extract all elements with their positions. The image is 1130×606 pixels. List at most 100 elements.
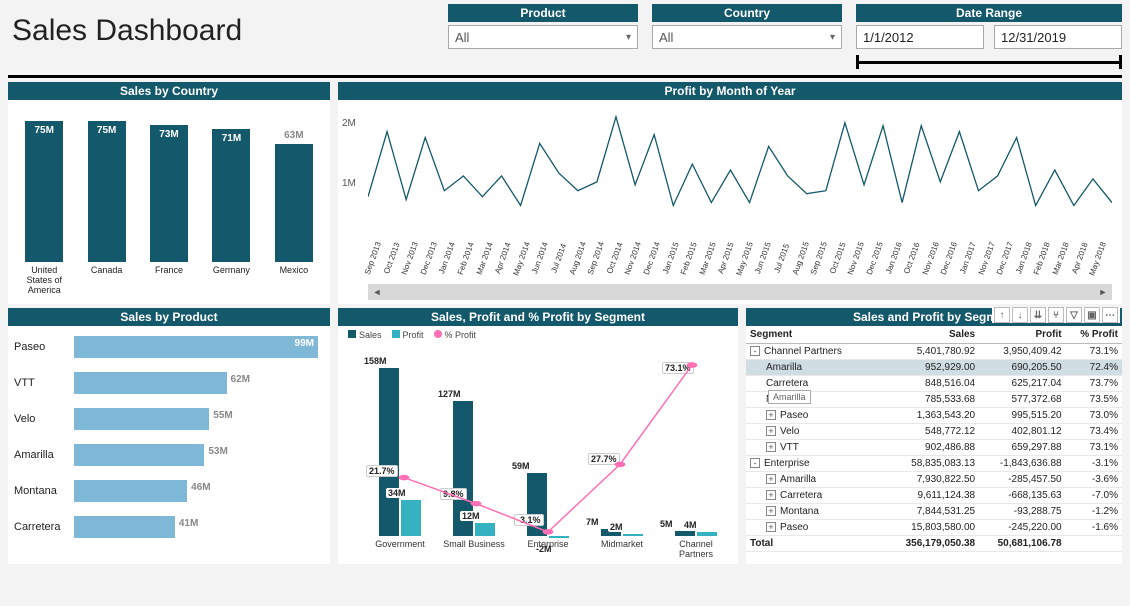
table-row[interactable]: +Velo548,772.12402,801.1273.4% bbox=[746, 424, 1122, 440]
segment-table: SegmentSalesProfit% Profit -Channel Part… bbox=[746, 326, 1122, 552]
table-header-row: SegmentSalesProfit% Profit bbox=[746, 326, 1122, 344]
filter-date: Date Range 1/1/2012 12/31/2019 bbox=[856, 4, 1122, 69]
product-bar-row[interactable]: Montana46M bbox=[14, 480, 320, 502]
expand-icon[interactable]: + bbox=[766, 490, 776, 500]
segment-col[interactable]: 158M34M21.7% bbox=[368, 350, 432, 536]
date-from-value: 1/1/2012 bbox=[863, 30, 914, 45]
profit-line-svg bbox=[368, 108, 1112, 238]
product-bar-row[interactable]: Carretera41M bbox=[14, 516, 320, 538]
date-to-input[interactable]: 12/31/2019 bbox=[994, 25, 1122, 49]
sales-by-product-title: Sales by Product bbox=[8, 308, 330, 326]
table-row[interactable]: +VTT902,486.88659,297.8873.1% bbox=[746, 440, 1122, 456]
header-divider bbox=[8, 75, 1122, 78]
sales-by-country-title: Sales by Country bbox=[8, 82, 330, 100]
table-row[interactable]: -Channel Partners5,401,780.923,950,409.4… bbox=[746, 344, 1122, 360]
by-segment-chart[interactable]: 158M34M21.7%127M12M9.8%59M-2M-3.1%7M2M27… bbox=[338, 340, 738, 564]
fork-icon[interactable]: ⑂ bbox=[1048, 307, 1064, 323]
legend-sales: Sales bbox=[359, 330, 382, 340]
table-row[interactable]: +Montana7,844,531.25-93,288.75-1.2% bbox=[746, 504, 1122, 520]
product-dropdown-value: All bbox=[455, 30, 469, 45]
table-row[interactable]: +Carretera9,611,124.38-668,135.63-7.0% bbox=[746, 488, 1122, 504]
product-bar-row[interactable]: Amarilla53M bbox=[14, 444, 320, 466]
filter-product-label: Product bbox=[448, 4, 638, 22]
ytick-1m: 1M bbox=[342, 178, 356, 189]
filter-product: Product All ▾ bbox=[448, 4, 638, 69]
ytick-2m: 2M bbox=[342, 118, 356, 129]
table-row[interactable]: -Enterprise58,835,083.13-1,843,636.88-3.… bbox=[746, 456, 1122, 472]
filter-country-label: Country bbox=[652, 4, 842, 22]
country-bar[interactable]: 63MMexico bbox=[266, 112, 322, 300]
sales-by-country-chart[interactable]: 75MUnited States of America75MCanada73MF… bbox=[8, 100, 330, 304]
profit-by-month-chart[interactable]: 2M 1M Sep 2013Oct 2013Nov 2013Dec 2013Ja… bbox=[338, 100, 1122, 282]
expand-down-icon[interactable]: ⇊ bbox=[1030, 307, 1046, 323]
table-scroll[interactable]: SegmentSalesProfit% Profit -Channel Part… bbox=[746, 326, 1122, 564]
table-col--profit[interactable]: % Profit bbox=[1066, 326, 1122, 344]
profit-month-scrollbar[interactable]: ◄ ► bbox=[368, 284, 1112, 300]
filter-icon[interactable]: ▽ bbox=[1066, 307, 1082, 323]
product-bar-row[interactable]: Velo55M bbox=[14, 408, 320, 430]
filters: Product All ▾ Country All ▾ Date Range 1… bbox=[448, 4, 1122, 69]
collapse-icon[interactable]: - bbox=[750, 346, 760, 356]
chevron-down-icon: ▾ bbox=[626, 32, 631, 43]
segment-xlabel: Government bbox=[368, 538, 432, 564]
scroll-left-icon[interactable]: ◄ bbox=[370, 285, 384, 299]
country-bar[interactable]: 75MCanada bbox=[78, 112, 134, 300]
product-dropdown[interactable]: All ▾ bbox=[448, 25, 638, 49]
country-dropdown[interactable]: All ▾ bbox=[652, 25, 842, 49]
scroll-right-icon[interactable]: ► bbox=[1096, 285, 1110, 299]
drill-up-icon[interactable]: ↑ bbox=[994, 307, 1010, 323]
by-segment-legend: Sales Profit % Profit bbox=[338, 326, 738, 340]
expand-icon[interactable]: + bbox=[766, 522, 776, 532]
legend-pct: % Profit bbox=[445, 330, 477, 340]
sales-by-product-chart[interactable]: Paseo99M VTT62M Velo55M Amarilla53M Montana4… bbox=[8, 326, 330, 564]
expand-icon[interactable]: + bbox=[766, 442, 776, 452]
more-icon[interactable]: ⋯ bbox=[1102, 307, 1118, 323]
by-segment-title: Sales, Profit and % Profit by Segment bbox=[338, 308, 738, 326]
expand-icon[interactable]: + bbox=[766, 506, 776, 516]
segment-col[interactable]: 5M4M73.1% bbox=[664, 350, 728, 536]
page-title: Sales Dashboard bbox=[8, 4, 438, 48]
country-bar[interactable]: 71MGermany bbox=[203, 112, 259, 300]
table-row[interactable]: +Amarilla7,930,822.50-285,457.50-3.6% bbox=[746, 472, 1122, 488]
date-to-value: 12/31/2019 bbox=[1001, 30, 1066, 45]
table-row[interactable]: Total356,179,050.3850,681,106.78 bbox=[746, 536, 1122, 552]
sales-profit-table-card: Sales and Profit by Segment ↑ ↓ ⇊ ⑂ ▽ ▣ … bbox=[746, 308, 1122, 564]
sales-by-product-card: Sales by Product Paseo99M VTT62M Velo55M Am… bbox=[8, 308, 330, 564]
table-col-profit[interactable]: Profit bbox=[979, 326, 1065, 344]
range-start-handle[interactable] bbox=[856, 55, 859, 69]
sales-by-country-card: Sales by Country 75MUnited States of Ame… bbox=[8, 82, 330, 304]
sales-profit-table-title: Sales and Profit by Segment ↑ ↓ ⇊ ⑂ ▽ ▣ … bbox=[746, 308, 1122, 326]
drill-down-icon[interactable]: ↓ bbox=[1012, 307, 1028, 323]
profit-month-xlabels: Sep 2013Oct 2013Nov 2013Dec 2013Jan 2014… bbox=[368, 238, 1112, 282]
table-row[interactable]: +Paseo15,803,580.00-245,220.00-1.6% bbox=[746, 520, 1122, 536]
date-range-slider[interactable] bbox=[856, 55, 1122, 69]
hover-tooltip: Amarilla bbox=[768, 390, 811, 404]
profit-by-month-card: Profit by Month of Year 2M 1M Sep 2013Oc… bbox=[338, 82, 1122, 304]
table-row[interactable]: +Paseo1,363,543.20995,515.2073.0% bbox=[746, 408, 1122, 424]
segment-col[interactable]: 7M2M27.7% bbox=[590, 350, 654, 536]
focus-icon[interactable]: ▣ bbox=[1084, 307, 1100, 323]
table-col-sales[interactable]: Sales bbox=[889, 326, 979, 344]
legend-profit: Profit bbox=[403, 330, 424, 340]
header: Sales Dashboard Product All ▾ Country Al… bbox=[0, 0, 1130, 69]
expand-icon[interactable]: + bbox=[766, 426, 776, 436]
table-toolbar: ↑ ↓ ⇊ ⑂ ▽ ▣ ⋯ bbox=[992, 307, 1120, 323]
segment-col[interactable]: 59M-2M-3.1% bbox=[516, 350, 580, 536]
range-end-handle[interactable] bbox=[1119, 55, 1122, 69]
country-bar[interactable]: 75MUnited States of America bbox=[16, 112, 72, 300]
table-col-segment[interactable]: Segment bbox=[746, 326, 889, 344]
segment-col[interactable]: 127M12M9.8% bbox=[442, 350, 506, 536]
profit-by-month-title: Profit by Month of Year bbox=[338, 82, 1122, 100]
segment-xlabel: Small Business bbox=[442, 538, 506, 564]
product-bar-row[interactable]: Paseo99M bbox=[14, 336, 320, 358]
product-bar-row[interactable]: VTT62M bbox=[14, 372, 320, 394]
table-row[interactable]: Amarilla952,929.00690,205.5072.4% bbox=[746, 360, 1122, 376]
chevron-down-icon: ▾ bbox=[830, 32, 835, 43]
collapse-icon[interactable]: - bbox=[750, 458, 760, 468]
segment-xlabel: Channel Partners bbox=[664, 538, 728, 564]
expand-icon[interactable]: + bbox=[766, 474, 776, 484]
by-segment-card: Sales, Profit and % Profit by Segment Sa… bbox=[338, 308, 738, 564]
date-from-input[interactable]: 1/1/2012 bbox=[856, 25, 984, 49]
country-bar[interactable]: 73MFrance bbox=[141, 112, 197, 300]
expand-icon[interactable]: + bbox=[766, 410, 776, 420]
